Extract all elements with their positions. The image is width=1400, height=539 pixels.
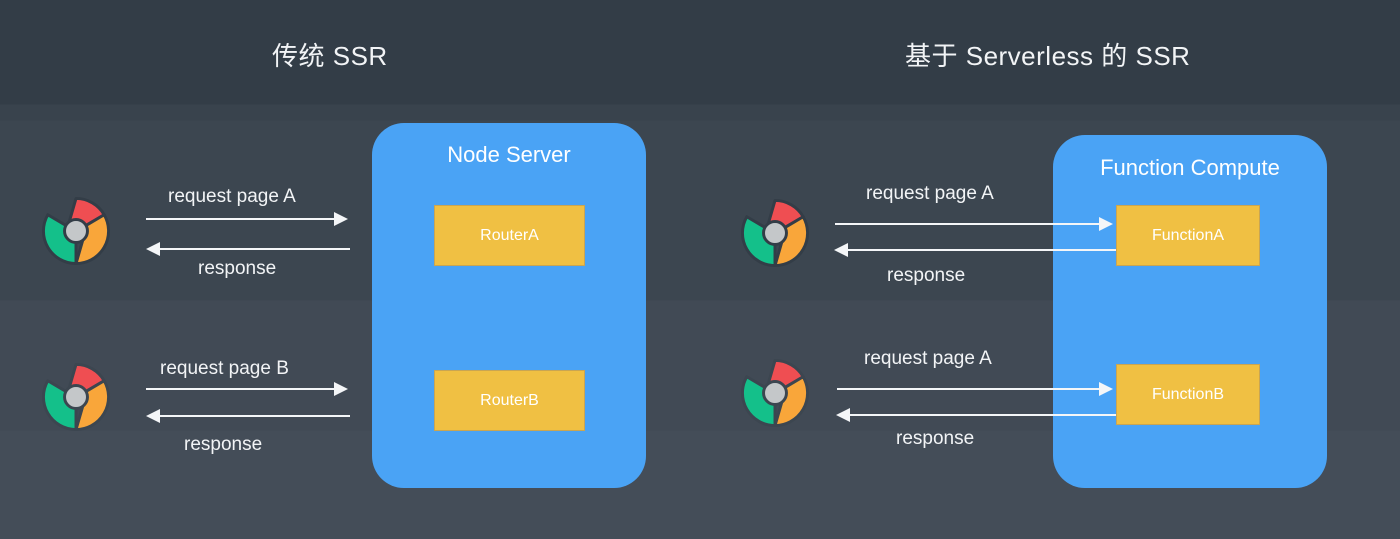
flow-label-request-left-2: request page B — [160, 358, 289, 379]
arrow-head-right-icon — [334, 212, 348, 226]
function-compute-panel-title: Function Compute — [1100, 155, 1280, 180]
section-title-serverless-ssr: 基于 Serverless 的 SSR — [905, 41, 1191, 71]
arrow-head-left-icon — [146, 242, 160, 256]
function-a-box: FunctionA — [1116, 205, 1260, 266]
flow-label-response-left-2: response — [184, 434, 263, 455]
flow-label-request-right-2: request page A — [864, 348, 992, 369]
arrow-line-request-right-1 — [835, 223, 1101, 225]
function-compute-panel: Function Compute — [1053, 135, 1327, 488]
arrow-line-response-right-2 — [850, 414, 1116, 416]
flow-label-request-right-1: request page A — [866, 183, 994, 204]
arrow-line-request-left-1 — [146, 218, 336, 220]
section-title-traditional-ssr: 传统 SSR — [272, 41, 388, 71]
chrome-logo-icon — [41, 362, 111, 432]
chrome-logo-icon — [740, 358, 810, 428]
flow-label-request-left-1: request page A — [168, 186, 296, 207]
arrow-head-left-icon — [836, 408, 850, 422]
arrow-head-left-icon — [834, 243, 848, 257]
arrow-head-right-icon — [1099, 382, 1113, 396]
flow-label-response-right-2: response — [896, 428, 975, 449]
arrow-head-left-icon — [146, 409, 160, 423]
arrow-line-request-left-2 — [146, 388, 336, 390]
flow-label-response-right-1: response — [887, 265, 966, 286]
flow-label-response-left-1: response — [198, 258, 277, 279]
arrow-head-right-icon — [1099, 217, 1113, 231]
arrow-head-right-icon — [334, 382, 348, 396]
chrome-logo-icon — [740, 198, 810, 268]
node-server-panel: Node Server — [372, 123, 646, 488]
arrow-line-response-left-1 — [160, 248, 350, 250]
arrow-line-response-left-2 — [160, 415, 350, 417]
router-a-box: RouterA — [434, 205, 585, 266]
node-server-panel-title: Node Server — [447, 142, 571, 167]
chrome-logo-icon — [41, 196, 111, 266]
diagram-canvas: 传统 SSR 基于 Serverless 的 SSR Node Server R… — [0, 0, 1400, 539]
arrow-line-request-right-2 — [837, 388, 1101, 390]
arrow-line-response-right-1 — [848, 249, 1116, 251]
router-b-box: RouterB — [434, 370, 585, 431]
function-b-box: FunctionB — [1116, 364, 1260, 425]
